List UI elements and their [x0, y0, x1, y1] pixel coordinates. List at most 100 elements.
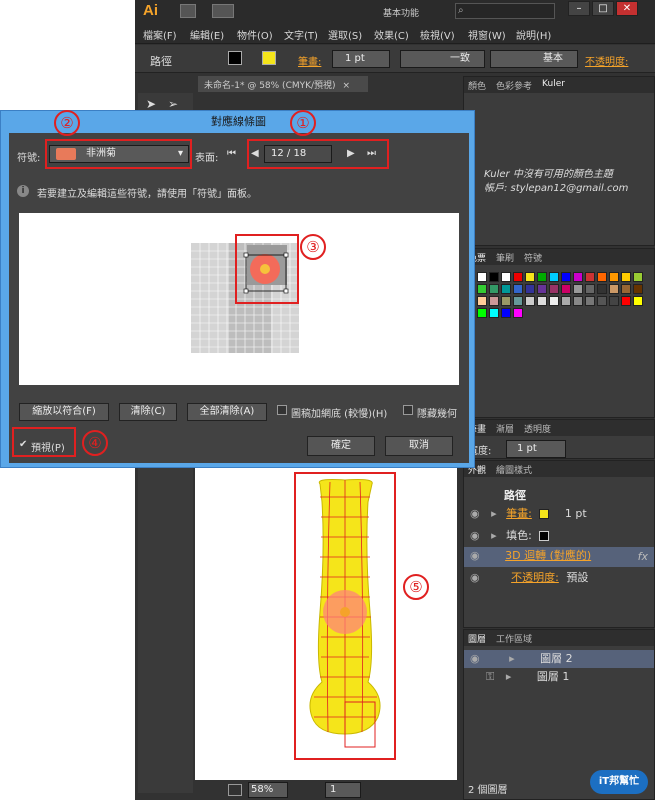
layer-name[interactable]: 圖層 2: [540, 652, 573, 665]
layer-name[interactable]: 圖層 1: [537, 670, 570, 683]
color-swatch[interactable]: [621, 272, 631, 282]
color-swatch[interactable]: [633, 272, 643, 282]
color-swatch[interactable]: [609, 296, 619, 306]
color-swatch[interactable]: [501, 296, 511, 306]
color-swatch[interactable]: [477, 272, 487, 282]
appearance-row-3d[interactable]: ◉ 3D 迴轉 (對應的) fx: [464, 547, 654, 567]
tab-brushes[interactable]: 筆刷: [496, 251, 514, 264]
color-swatch[interactable]: [537, 296, 547, 306]
tab-symbols[interactable]: 符號: [524, 251, 542, 264]
tab-graphic-styles[interactable]: 繪圖樣式: [496, 463, 532, 476]
tab-gradient[interactable]: 漸層: [496, 422, 514, 435]
stroke-color-swatch[interactable]: [539, 509, 550, 519]
fit-button[interactable]: 縮放以符合(F): [19, 403, 109, 421]
color-swatch[interactable]: [513, 272, 523, 282]
menu-help[interactable]: 說明(H): [516, 27, 551, 42]
effect-3d-label[interactable]: 3D 迴轉 (對應的): [505, 549, 591, 562]
menu-window[interactable]: 視窗(W): [468, 27, 506, 42]
stroke-swatch[interactable]: [262, 51, 276, 65]
direct-selection-tool-icon[interactable]: ➢: [168, 97, 182, 111]
opacity-row-label[interactable]: 不透明度:: [511, 571, 559, 584]
visibility-eye-icon[interactable]: ◉: [470, 529, 480, 542]
hide-geometry-checkbox[interactable]: [403, 405, 413, 415]
export-icon[interactable]: [228, 784, 242, 796]
minimize-button[interactable]: –: [568, 1, 590, 16]
document-tab[interactable]: 未命名-1* @ 58% (CMYK/預視) ×: [198, 76, 368, 92]
fill-row-label[interactable]: 填色:: [506, 529, 532, 542]
color-swatch[interactable]: [633, 284, 643, 294]
opacity-label[interactable]: 不透明度:: [585, 53, 628, 68]
bridge-icon[interactable]: [180, 4, 196, 18]
color-swatch[interactable]: [501, 284, 511, 294]
menu-effect[interactable]: 效果(C): [374, 27, 409, 42]
menu-object[interactable]: 物件(O): [237, 27, 273, 42]
selection-tool-icon[interactable]: ➤: [146, 97, 160, 111]
clear-button[interactable]: 清除(C): [119, 403, 177, 421]
fill-color-swatch[interactable]: [539, 531, 550, 541]
color-swatch[interactable]: [501, 308, 511, 318]
color-swatch[interactable]: [597, 296, 607, 306]
expand-arrow-icon[interactable]: ▸: [491, 507, 497, 520]
ok-button[interactable]: 確定: [307, 436, 375, 456]
brush-definition[interactable]: 基本: [490, 50, 578, 68]
color-swatch[interactable]: [477, 296, 487, 306]
first-surface-button[interactable]: ⏮: [227, 148, 236, 159]
color-swatch[interactable]: [525, 284, 535, 294]
menu-edit[interactable]: 編輯(E): [190, 27, 224, 42]
color-swatch[interactable]: [621, 284, 631, 294]
color-swatch[interactable]: [477, 284, 487, 294]
color-swatch[interactable]: [585, 284, 595, 294]
color-swatch[interactable]: [597, 272, 607, 282]
color-swatch[interactable]: [489, 296, 499, 306]
appearance-row-stroke[interactable]: ◉ ▸ 筆畫: 1 pt: [470, 505, 648, 525]
lock-icon[interactable]: ⚿: [486, 670, 494, 683]
appearance-row-fill[interactable]: ◉ ▸ 填色:: [470, 527, 648, 547]
expand-arrow-icon[interactable]: ▸: [491, 529, 497, 542]
cancel-button[interactable]: 取消: [385, 436, 453, 456]
variable-width-profile[interactable]: 一致: [400, 50, 485, 68]
color-swatch[interactable]: [537, 272, 547, 282]
tab-layers[interactable]: 圖層: [468, 632, 486, 645]
menu-select[interactable]: 選取(S): [328, 27, 362, 42]
color-swatch[interactable]: [489, 272, 499, 282]
close-tab-icon[interactable]: ×: [342, 81, 350, 91]
color-swatch[interactable]: [525, 296, 535, 306]
tab-kuler[interactable]: Kuler: [542, 79, 565, 91]
menu-type[interactable]: 文字(T): [284, 27, 318, 42]
zoom-select[interactable]: 58%: [248, 782, 288, 798]
layer-row[interactable]: ⚿ ▸ 圖層 1: [464, 668, 654, 686]
menu-file[interactable]: 檔案(F): [143, 27, 177, 42]
stroke-weight-field[interactable]: 1 pt: [332, 50, 390, 68]
workspace-switcher[interactable]: 基本功能: [383, 6, 419, 19]
maximize-button[interactable]: □: [592, 1, 614, 16]
layer-row[interactable]: ◉ ▸ 圖層 2: [464, 650, 654, 668]
clear-all-button[interactable]: 全部清除(A): [187, 403, 267, 421]
visibility-eye-icon[interactable]: ◉: [470, 549, 480, 562]
color-swatch[interactable]: [561, 296, 571, 306]
color-swatch[interactable]: [633, 296, 643, 306]
tab-artboards[interactable]: 工作區域: [496, 632, 532, 645]
appearance-row-opacity[interactable]: ◉ 不透明度: 預設: [470, 569, 648, 589]
color-swatch[interactable]: [477, 308, 487, 318]
visibility-eye-icon[interactable]: ◉: [470, 652, 480, 665]
search-input[interactable]: [455, 3, 555, 19]
color-swatch[interactable]: [561, 284, 571, 294]
color-swatch[interactable]: [513, 284, 523, 294]
color-swatch[interactable]: [573, 284, 583, 294]
arrange-icon[interactable]: [212, 4, 234, 18]
tab-color[interactable]: 顏色: [468, 79, 486, 92]
color-swatch[interactable]: [549, 284, 559, 294]
color-swatch[interactable]: [513, 308, 523, 318]
menu-view[interactable]: 檢視(V): [420, 27, 455, 42]
shade-artwork-checkbox[interactable]: [277, 405, 287, 415]
visibility-eye-icon[interactable]: ◉: [470, 571, 480, 584]
expand-arrow-icon[interactable]: ▸: [509, 652, 515, 665]
close-button[interactable]: ✕: [616, 1, 638, 16]
tab-transparency[interactable]: 透明度: [524, 422, 551, 435]
color-swatch[interactable]: [525, 272, 535, 282]
color-swatch[interactable]: [549, 272, 559, 282]
color-swatch[interactable]: [573, 296, 583, 306]
fill-swatch[interactable]: [228, 51, 242, 65]
artboard-select[interactable]: 1: [325, 782, 361, 798]
color-swatch[interactable]: [609, 284, 619, 294]
